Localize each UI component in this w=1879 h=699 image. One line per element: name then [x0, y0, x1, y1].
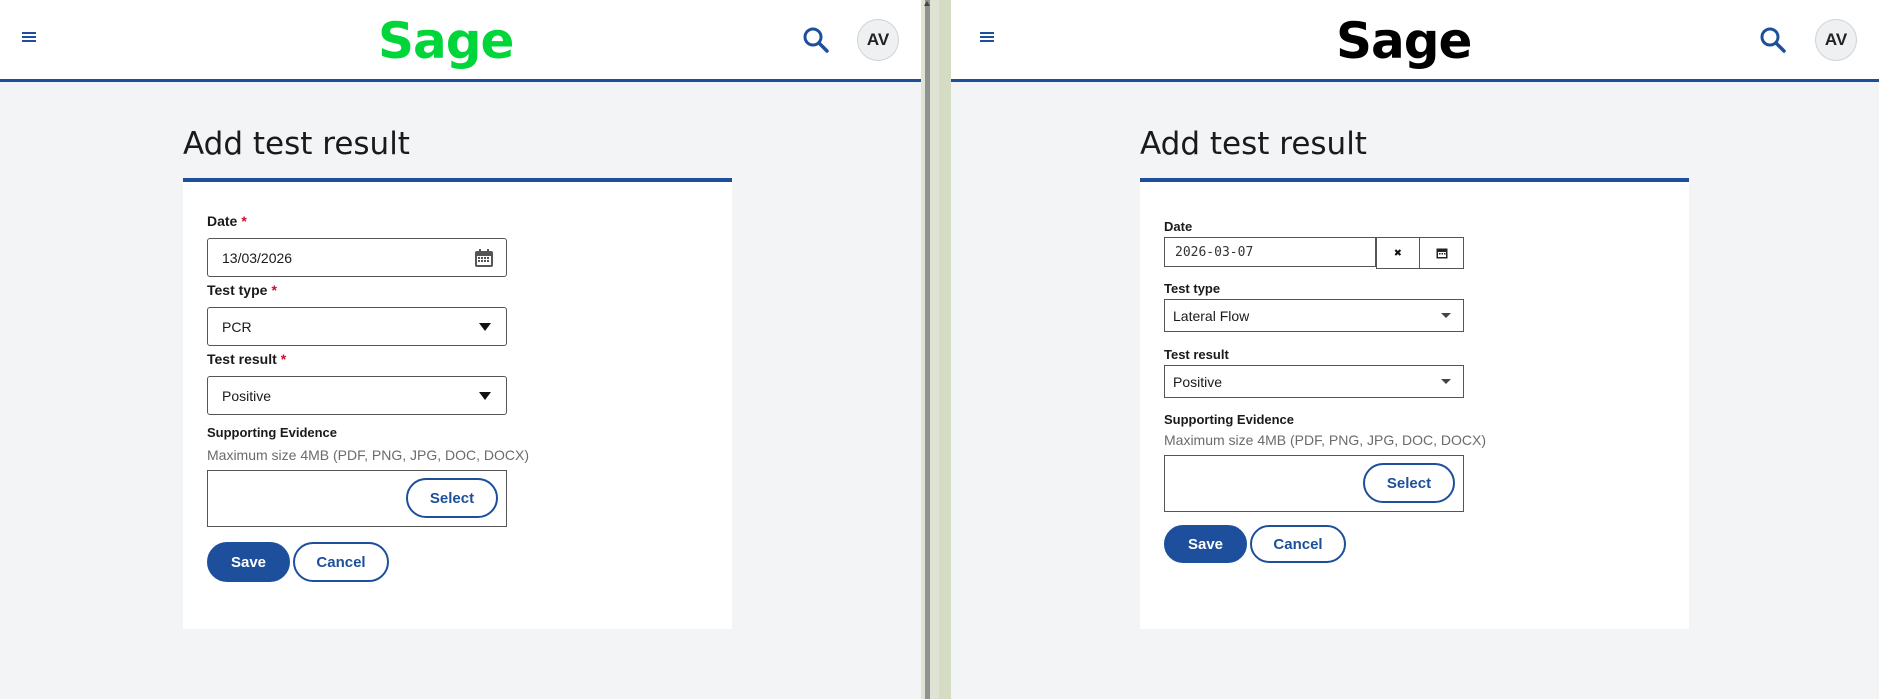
- required-marker: *: [271, 282, 277, 298]
- left-app-pane: Sage AV Add test result Date * 13/03/2026: [0, 0, 921, 699]
- splitter-handle[interactable]: [925, 0, 930, 699]
- page-title: Add test result: [183, 126, 410, 162]
- cancel-button[interactable]: Cancel: [1250, 525, 1346, 563]
- save-button[interactable]: Save: [1164, 525, 1247, 563]
- test-type-select[interactable]: PCR: [207, 307, 507, 346]
- avatar[interactable]: AV: [1815, 19, 1857, 61]
- test-result-form: Date 2026-03-07 ✖ Test type Lateral Flow…: [1140, 178, 1689, 629]
- calendar-icon: [1436, 248, 1447, 259]
- test-type-label: Test type: [1164, 281, 1221, 296]
- search-icon[interactable]: [802, 26, 830, 54]
- sage-logo: Sage: [1336, 12, 1472, 70]
- sage-logo: Sage: [378, 12, 514, 70]
- clear-date-button[interactable]: ✖: [1376, 237, 1420, 269]
- test-type-select[interactable]: Lateral Flow: [1164, 299, 1464, 332]
- test-result-select[interactable]: Positive: [1164, 365, 1464, 398]
- pane-divider: [921, 0, 951, 699]
- top-header: Sage AV: [951, 0, 1879, 82]
- select-file-button[interactable]: Select: [406, 478, 498, 518]
- date-label: Date *: [207, 213, 247, 229]
- required-marker: *: [280, 351, 287, 367]
- calendar-button[interactable]: [1419, 237, 1464, 269]
- calendar-icon[interactable]: [462, 239, 506, 276]
- chevron-down-icon: [479, 392, 491, 400]
- required-marker: *: [241, 213, 247, 229]
- clear-icon: ✖: [1394, 245, 1402, 261]
- scrollbar-track[interactable]: [939, 0, 951, 699]
- cancel-button[interactable]: Cancel: [293, 542, 389, 582]
- test-type-label: Test type *: [207, 282, 277, 298]
- test-result-select[interactable]: Positive: [207, 376, 507, 415]
- date-input[interactable]: 2026-03-07 ✖: [1164, 237, 1464, 269]
- test-result-label: Test result: [1164, 347, 1229, 362]
- right-app-pane: Sage AV Add test result Date 2026-03-07 …: [951, 0, 1879, 699]
- date-input[interactable]: 13/03/2026: [207, 238, 507, 277]
- avatar[interactable]: AV: [857, 19, 899, 61]
- evidence-label: Supporting Evidence: [207, 425, 338, 440]
- chevron-down-icon: [479, 323, 491, 331]
- page-title: Add test result: [1140, 126, 1367, 162]
- evidence-hint: Maximum size 4MB (PDF, PNG, JPG, DOC, DO…: [207, 447, 530, 463]
- date-label: Date: [1164, 219, 1193, 234]
- test-result-label: Test result *: [207, 351, 287, 367]
- menu-icon[interactable]: [22, 32, 36, 43]
- file-upload-area[interactable]: Select: [207, 470, 507, 527]
- test-result-form: Date * 13/03/2026 Test type * PCR Test res: [183, 178, 732, 629]
- scroll-up-arrow[interactable]: [924, 1, 930, 6]
- evidence-label: Supporting Evidence: [1164, 412, 1295, 427]
- search-icon[interactable]: [1759, 26, 1787, 54]
- save-button[interactable]: Save: [207, 542, 290, 582]
- menu-icon[interactable]: [980, 32, 994, 43]
- file-upload-area[interactable]: Select: [1164, 455, 1464, 512]
- evidence-hint: Maximum size 4MB (PDF, PNG, JPG, DOC, DO…: [1164, 432, 1487, 448]
- chevron-down-icon: [1441, 379, 1451, 384]
- top-header: Sage AV: [0, 0, 921, 82]
- select-file-button[interactable]: Select: [1363, 463, 1455, 503]
- chevron-down-icon: [1441, 313, 1451, 318]
